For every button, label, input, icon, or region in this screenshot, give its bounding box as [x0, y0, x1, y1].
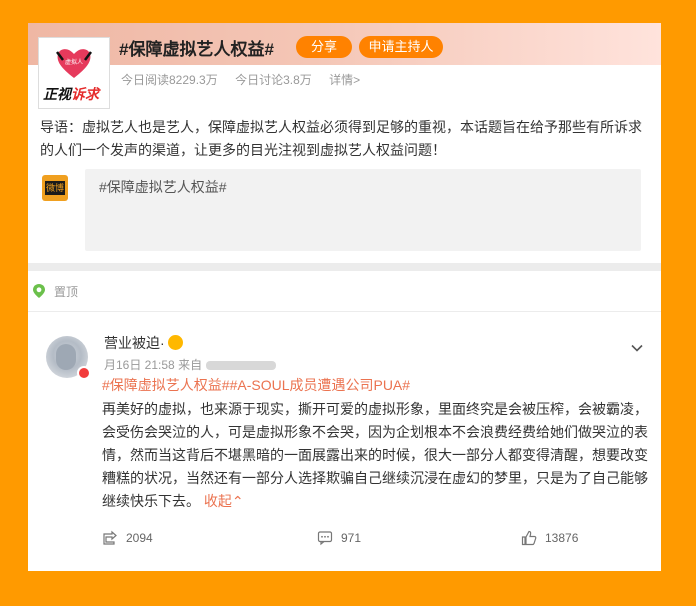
- comment-button[interactable]: 971: [317, 530, 361, 546]
- post-time[interactable]: 月16日 21:58: [104, 358, 175, 372]
- chevron-down-icon[interactable]: [631, 342, 643, 354]
- comment-count: 971: [341, 531, 362, 545]
- weibo-topic-frame: 虚拟人 正视诉求 #保障虚拟艺人权益# 分享 申请主持人 今日阅读8229.3万…: [28, 23, 661, 571]
- heart-hands-icon: 虚拟人: [56, 49, 92, 78]
- logo-wordmark: 正视诉求: [43, 86, 99, 102]
- post-hashtags[interactable]: #保障虚拟艺人权益##A-SOUL成员遭遇公司PUA#: [102, 375, 410, 395]
- post-card: 营业被迫· 月16日 21:58 来自 #保障虚拟艺人权益##A-SOUL成员遭…: [28, 312, 661, 571]
- like-count: 13876: [545, 531, 579, 545]
- composer-avatar: 微博: [42, 175, 68, 201]
- topic-title: #保障虚拟艺人权益#: [119, 40, 274, 59]
- topic-stats: 今日阅读8229.3万 今日讨论3.8万 详情>: [121, 71, 374, 88]
- post-source: 来自: [178, 358, 203, 372]
- post-actions: 2094 971 13876: [28, 522, 661, 560]
- repost-button[interactable]: 2094: [102, 530, 153, 546]
- pin-icon: [33, 284, 45, 298]
- details-link[interactable]: 详情>: [329, 73, 360, 87]
- post-username[interactable]: 营业被迫·: [104, 333, 165, 353]
- pinned-section-header: 置顶: [28, 271, 661, 311]
- topic-card: 虚拟人 正视诉求 #保障虚拟艺人权益# 分享 申请主持人 今日阅读8229.3万…: [28, 23, 661, 263]
- like-button[interactable]: 13876: [521, 530, 578, 546]
- svg-text:虚拟人: 虚拟人: [65, 58, 83, 66]
- topic-intro: 导语：虚拟艺人也是艺人，保障虚拟艺人权益必须得到足够的重视，本话题旨在给予那些有…: [40, 119, 642, 158]
- post-meta: 月16日 21:58 来自: [104, 356, 277, 373]
- pinned-label: 置顶: [54, 285, 79, 299]
- read-count: 今日阅读8229.3万: [121, 73, 218, 87]
- repost-icon: [103, 530, 117, 545]
- compose-input-text: #保障虚拟艺人权益#: [99, 179, 227, 195]
- compose-input[interactable]: #保障虚拟艺人权益#: [85, 169, 641, 251]
- apply-host-button[interactable]: 申请主持人: [359, 36, 443, 58]
- collapse-link[interactable]: 收起⌃: [204, 493, 244, 509]
- user-emoji-icon: [168, 335, 183, 350]
- post-body: 再美好的虚拟，也来源于现实，撕开可爱的虚拟形象，里面终究是会被压榨，会被霸凌，会…: [102, 401, 648, 509]
- verified-badge-icon: [77, 366, 91, 380]
- share-button[interactable]: 分享: [296, 36, 352, 58]
- discussion-count: 今日讨论3.8万: [235, 73, 312, 87]
- blurred-source: [206, 361, 277, 371]
- thumbs-up-icon: [521, 530, 537, 546]
- comment-icon: [317, 531, 333, 546]
- topic-logo: 虚拟人 正视诉求: [38, 37, 110, 109]
- repost-count: 2094: [126, 531, 153, 545]
